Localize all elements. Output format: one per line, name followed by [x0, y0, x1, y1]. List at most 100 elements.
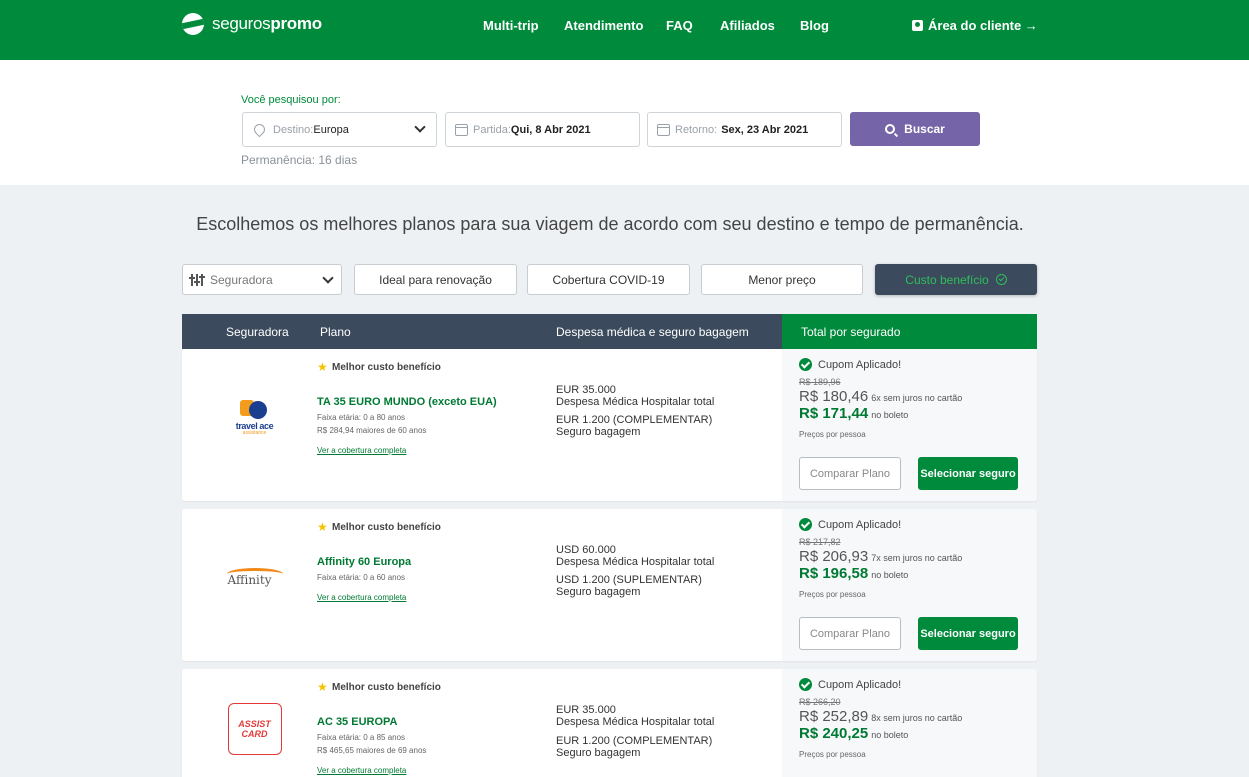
- best-value-badge: Melhor custo benefício: [332, 682, 441, 693]
- card-price-value: R$ 180,46: [799, 388, 869, 405]
- destination-value: Europa: [313, 123, 349, 136]
- results-table-header: Seguradora Plano Despesa médica e seguro…: [182, 314, 1037, 349]
- card-price: R$ 180,46 6x sem juros no cartão: [799, 388, 962, 405]
- plan-name: Affinity 60 Europa: [317, 556, 412, 568]
- star-icon: ★: [317, 360, 328, 374]
- card-price-value: R$ 252,89: [799, 708, 869, 725]
- nav-afiliados[interactable]: Afiliados: [720, 18, 775, 33]
- old-price: R$ 266,20: [799, 697, 841, 707]
- card-installments-note: 6x sem juros no cartão: [871, 393, 963, 403]
- star-icon: ★: [317, 680, 328, 694]
- return-label: Retorno:: [675, 123, 718, 136]
- coupon-applied-label: Cupom Aplicado!: [818, 359, 902, 371]
- plan-age-range: Faixa etária: 0 a 80 anos: [317, 413, 406, 422]
- medical-coverage: EUR 35.000 Despesa Médica Hospitalar tot…: [556, 384, 714, 408]
- card-price: R$ 252,89 8x sem juros no cartão: [799, 708, 962, 725]
- filter-best-value-button[interactable]: Custo benefício: [875, 264, 1037, 295]
- card-price-value: R$ 206,93: [799, 548, 869, 565]
- full-coverage-link[interactable]: Ver a cobertura completa: [317, 593, 406, 602]
- boleto-note: no boleto: [871, 730, 909, 740]
- full-coverage-link[interactable]: Ver a cobertura completa: [317, 766, 406, 775]
- destination-select[interactable]: Destino: Europa: [242, 112, 437, 147]
- filter-lowest-price-button[interactable]: Menor preço: [701, 264, 863, 295]
- boleto-price-value: R$ 240,25: [799, 725, 869, 742]
- plan-row: Affinity ★ Melhor custo benefício Affini…: [182, 509, 1037, 661]
- assist-card-line1: ASSIST: [238, 718, 271, 729]
- filter-covid-button[interactable]: Cobertura COVID-19: [527, 264, 690, 295]
- select-insurance-button[interactable]: Selecionar seguro: [918, 457, 1018, 490]
- departure-date-field[interactable]: Partida: Qui, 8 Abr 2021: [445, 112, 640, 147]
- insurer-logo-affinity: Affinity: [212, 549, 297, 604]
- client-area-label: Área do cliente →: [928, 18, 1038, 33]
- medical-label: Despesa Médica Hospitalar total: [556, 556, 715, 568]
- departure-value: Qui, 8 Abr 2021: [510, 123, 591, 136]
- old-price: R$ 217,82: [799, 537, 841, 547]
- search-button-label: Buscar: [904, 122, 945, 136]
- insurer-logo-assist-card: ASSIST CARD: [212, 701, 297, 756]
- calendar-icon: [657, 123, 670, 136]
- best-value-label: Custo benefício: [905, 272, 989, 287]
- boleto-price-value: R$ 171,44: [799, 405, 869, 422]
- header-total: Total por segurado: [801, 325, 901, 339]
- calendar-icon: [455, 123, 468, 136]
- medical-amount: USD 60.000: [556, 544, 616, 556]
- medical-coverage: EUR 35.000 Despesa Médica Hospitalar tot…: [556, 704, 714, 728]
- baggage-coverage: EUR 1.200 (COMPLEMENTAR) Seguro bagagem: [556, 414, 712, 438]
- check-circle-icon: [995, 274, 1007, 285]
- plan-name: TA 35 EURO MUNDO (exceto EUA): [317, 396, 497, 408]
- assist-card-line2: CARD: [241, 728, 268, 739]
- medical-label: Despesa Médica Hospitalar total: [556, 716, 715, 728]
- coupon-check-icon: [799, 678, 812, 691]
- select-insurance-button[interactable]: Selecionar seguro: [918, 617, 1018, 650]
- travel-ace-subtitle: assistance: [242, 429, 267, 436]
- nav-multi-trip[interactable]: Multi-trip: [483, 18, 539, 33]
- best-value-badge: Melhor custo benefício: [332, 522, 441, 533]
- plan-age-extra: R$ 465,65 maiores de 69 anos: [317, 746, 427, 755]
- nav-faq[interactable]: FAQ: [666, 18, 693, 33]
- plan-row: travel ace assistance ★ Melhor custo ben…: [182, 349, 1037, 501]
- header-plan: Plano: [320, 325, 351, 339]
- nav-blog[interactable]: Blog: [800, 18, 829, 33]
- results-headline: Escolhemos os melhores planos para sua v…: [196, 214, 1024, 234]
- top-navigation-bar: segurospromo Multi-trip Atendimento FAQ …: [0, 0, 1249, 60]
- travel-ace-mark: [240, 398, 268, 420]
- card-installments-note: 7x sem juros no cartão: [871, 553, 963, 563]
- boleto-price-value: R$ 196,58: [799, 565, 869, 582]
- client-area-link[interactable]: Área do cliente →: [912, 18, 1038, 33]
- full-coverage-link[interactable]: Ver a cobertura completa: [317, 446, 406, 455]
- destination-label: Destino:: [273, 123, 314, 136]
- departure-label: Partida:: [473, 123, 511, 136]
- filter-renewal-button[interactable]: Ideal para renovação: [354, 264, 517, 295]
- boleto-note: no boleto: [871, 570, 909, 580]
- card-installments-note: 8x sem juros no cartão: [871, 713, 963, 723]
- plan-name: AC 35 EUROPA: [317, 716, 398, 728]
- insurer-filter-select[interactable]: Seguradora: [182, 264, 342, 295]
- compare-plan-button[interactable]: Comparar Plano: [799, 457, 901, 490]
- brand-logo[interactable]: segurospromo: [182, 13, 322, 35]
- brand-suffix: promo: [270, 14, 322, 33]
- search-label: Você pesquisou por:: [241, 94, 341, 106]
- best-value-badge: Melhor custo benefício: [332, 362, 441, 373]
- location-pin-icon: [251, 121, 268, 138]
- plan-age-range: Faixa etária: 0 a 85 anos: [317, 733, 406, 742]
- per-person-note: Preços por pessoa: [799, 750, 866, 759]
- search-button[interactable]: Buscar: [850, 112, 980, 146]
- plan-row: ASSIST CARD ★ Melhor custo benefício AC …: [182, 669, 1037, 777]
- search-icon: [885, 124, 896, 134]
- chevron-down-icon: [322, 272, 334, 284]
- old-price: R$ 189,96: [799, 377, 841, 387]
- header-coverage: Despesa médica e seguro bagagem: [556, 325, 749, 339]
- nav-atendimento[interactable]: Atendimento: [564, 18, 643, 33]
- medical-coverage: USD 60.000 Despesa Médica Hospitalar tot…: [556, 544, 714, 568]
- return-date-field[interactable]: Retorno: Sex, 23 Abr 2021: [647, 112, 842, 147]
- return-value: Sex, 23 Abr 2021: [721, 123, 809, 136]
- boleto-price: R$ 196,58 no boleto: [799, 565, 908, 582]
- baggage-amount: USD 1.200 (SUPLEMENTAR): [556, 574, 702, 586]
- card-price: R$ 206,93 7x sem juros no cartão: [799, 548, 962, 565]
- baggage-amount: EUR 1.200 (COMPLEMENTAR): [556, 735, 713, 747]
- brand-prefix: seguros: [212, 14, 271, 33]
- baggage-amount: EUR 1.200 (COMPLEMENTAR): [556, 414, 713, 426]
- compare-plan-button[interactable]: Comparar Plano: [799, 617, 901, 650]
- chevron-down-icon: [414, 121, 426, 133]
- baggage-label: Seguro bagagem: [556, 426, 641, 438]
